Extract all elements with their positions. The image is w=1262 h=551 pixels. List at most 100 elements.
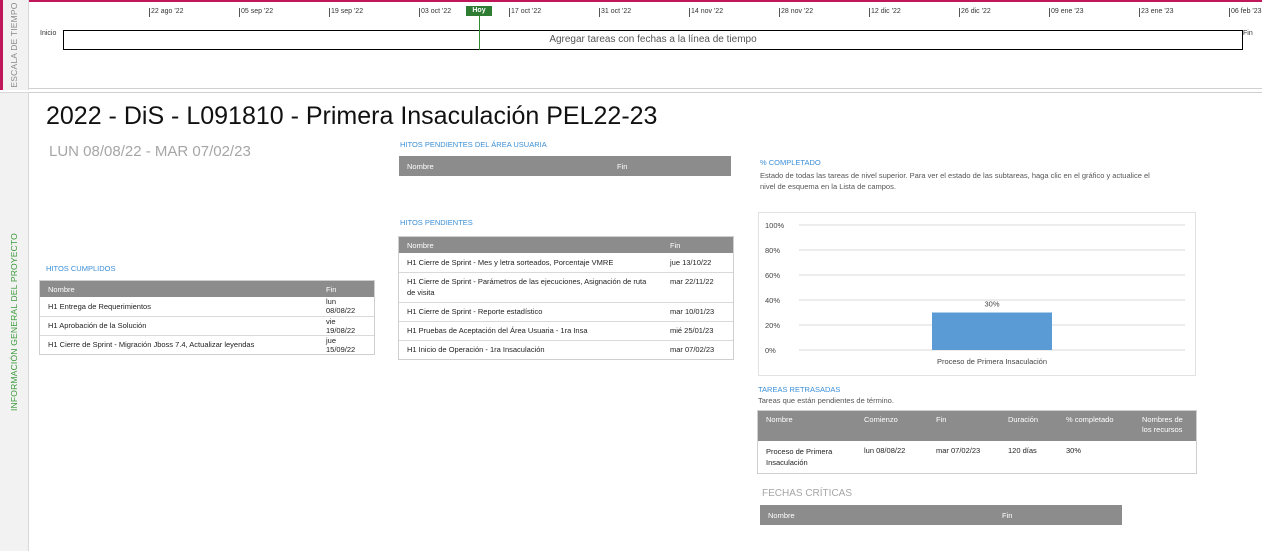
timeline-tick: 28 nov '22 <box>778 8 814 17</box>
table-cell: H1 Inicio de Operación - 1ra Insaculació… <box>407 345 545 355</box>
column-header[interactable]: Nombre <box>758 411 856 441</box>
table-cell: mar 07/02/23 <box>670 345 715 355</box>
table-cell: H1 Cierre de Sprint - Migración Jboss 7.… <box>48 340 255 350</box>
column-header[interactable]: Nombre <box>399 237 662 253</box>
tareas-retrasadas-description: Tareas que están pendientes de término. <box>758 396 894 405</box>
timeline-tick: 06 feb '23 <box>1229 8 1262 17</box>
table-row[interactable]: H1 Inicio de Operación - 1ra Insaculació… <box>399 340 733 359</box>
column-header[interactable]: Nombre <box>40 281 318 297</box>
table-row[interactable]: H1 Cierre de Sprint - Parámetros de las … <box>399 272 733 303</box>
tareas-retrasadas-table[interactable]: Nombre Comienzo Fin Duración % completad… <box>757 410 1197 474</box>
table-cell: H1 Entrega de Requerimientos <box>40 297 318 317</box>
chart-y-tick-label: 60% <box>765 271 780 280</box>
column-header[interactable]: Fin <box>609 156 731 176</box>
completado-chart[interactable]: 0% 20% 40% 60% 80% 100% 30% Proceso de Primera … <box>758 212 1196 376</box>
table-cell: vie 19/08/22 <box>318 316 374 336</box>
column-header[interactable]: Comienzo <box>856 411 928 441</box>
column-header[interactable]: Nombre <box>399 156 609 176</box>
column-header[interactable]: % completado <box>1058 411 1134 441</box>
hitos-area-usuaria-title: HITOS PENDIENTES DEL ÁREA USUARIA <box>400 140 547 149</box>
completado-description: Estado de todas las tareas de nivel supe… <box>760 171 1150 191</box>
table-cell: mar 10/01/23 <box>662 302 733 322</box>
column-header[interactable]: Nombres de los recursos <box>1134 411 1196 441</box>
table-header-row: Nombre Fin <box>399 156 731 176</box>
column-header[interactable]: Fin <box>318 281 374 297</box>
table-cell: H1 Cierre de Sprint - Mes y letra sortea… <box>399 253 662 273</box>
timeline-divider <box>29 88 1262 93</box>
table-row[interactable]: H1 Cierre de Sprint - Reporte estadístic… <box>399 302 733 322</box>
timeline-tick: 03 oct '22 <box>418 8 452 17</box>
hitos-pendientes-title: HITOS PENDIENTES <box>400 218 473 227</box>
timeline-tick: 26 dic '22 <box>959 8 991 17</box>
table-cell: mar 07/02/23 <box>936 446 981 455</box>
project-dates: LUN 08/08/22 - MAR 07/02/23 <box>49 143 251 160</box>
chart-y-tick-label: 20% <box>765 321 780 330</box>
fechas-criticas-title: FECHAS CRÍTICAS <box>762 488 853 499</box>
table-cell: 120 días <box>1008 446 1037 455</box>
table-row[interactable]: H1 Cierre de Sprint - Migración Jboss 7.… <box>40 335 374 354</box>
table-cell: 30% <box>1066 446 1082 455</box>
timeline-end-label: Fin <box>1243 30 1253 37</box>
timeline-tick: 12 dic '22 <box>869 8 901 17</box>
table-cell: H1 Aprobación de la Solución <box>40 316 318 336</box>
overview-side-label: INFORMACIÓN GENERAL DEL PROYECTO <box>0 92 29 551</box>
table-cell: H1 Cierre de Sprint - Parámetros de las … <box>399 272 662 303</box>
column-header[interactable]: Fin <box>662 237 733 253</box>
timeline-tick: 09 ene '23 <box>1048 8 1084 17</box>
timeline-start-label: Inicio <box>40 30 57 37</box>
table-cell: jue 15/09/22 <box>326 335 356 354</box>
timeline-tick: 19 sep '22 <box>328 8 364 17</box>
timeline-tick: 14 nov '22 <box>688 8 724 17</box>
project-title: 2022 - DiS - L091810 - Primera Insaculac… <box>46 102 658 130</box>
chart-svg: 0% 20% 40% 60% 80% 100% 30% Proceso de Primera … <box>765 221 1185 366</box>
table-cell: lun 08/08/22 <box>864 446 906 455</box>
chart-y-tick-label: 80% <box>765 246 780 255</box>
table-cell: mié 25/01/23 <box>662 321 733 341</box>
table-cell <box>1134 441 1196 473</box>
timeline-tick: 17 oct '22 <box>508 8 542 17</box>
table-cell: H1 Cierre de Sprint - Reporte estadístic… <box>399 302 662 322</box>
column-header[interactable]: Fin <box>994 505 1122 525</box>
hitos-pendientes-table[interactable]: Nombre Fin H1 Cierre de Sprint - Mes y l… <box>398 236 734 360</box>
table-header-row: Nombre Fin <box>760 505 1122 525</box>
chart-category-label: Proceso de Primera Insaculación <box>937 357 1047 366</box>
chart-bar <box>932 312 1052 350</box>
column-header[interactable]: Nombre <box>760 505 994 525</box>
timeline-accent-bar <box>0 0 3 90</box>
timeline-bar[interactable]: Agregar tareas con fechas a la línea de … <box>63 30 1243 50</box>
table-header-row: Nombre Comienzo Fin Duración % completad… <box>758 411 1196 441</box>
chart-y-tick-label: 40% <box>765 296 780 305</box>
hitos-cumplidos-title: HITOS CUMPLIDOS <box>46 264 116 273</box>
tareas-retrasadas-title: TAREAS RETRASADAS <box>758 385 841 394</box>
timeline-side-label-text: ESCALA DE TIEMPO <box>9 2 19 88</box>
chart-y-tick-label: 0% <box>765 346 776 355</box>
table-row[interactable]: Proceso de Primera Insaculación lun 08/0… <box>758 441 1196 473</box>
timeline-side-label: ESCALA DE TIEMPO <box>0 0 29 90</box>
table-cell: lun 08/08/22 <box>318 297 374 317</box>
table-row[interactable]: H1 Aprobación de la Solución vie 19/08/2… <box>40 316 374 336</box>
timeline-tick: 22 ago '22 <box>148 8 184 17</box>
table-row[interactable]: H1 Entrega de Requerimientos lun 08/08/2… <box>40 297 374 317</box>
column-header[interactable]: Duración <box>1000 411 1058 441</box>
hitos-cumplidos-table[interactable]: Nombre Fin H1 Entrega de Requerimientos … <box>39 280 375 355</box>
today-marker-flag: Hoy <box>466 6 492 16</box>
table-row[interactable]: H1 Cierre de Sprint - Mes y letra sortea… <box>399 253 733 273</box>
timeline-tick: 23 ene '23 <box>1138 8 1174 17</box>
hitos-area-usuaria-table[interactable]: Nombre Fin <box>399 156 731 176</box>
completado-title: % COMPLETADO <box>760 158 821 167</box>
timeline[interactable]: 22 ago '22 05 sep '22 19 sep '22 03 oct … <box>29 0 1262 92</box>
table-cell: jue 13/10/22 <box>662 253 733 273</box>
chart-data-label: 30% <box>984 300 999 309</box>
table-header-row: Nombre Fin <box>399 237 733 253</box>
timeline-tick: 05 sep '22 <box>238 8 274 17</box>
table-row[interactable]: H1 Pruebas de Aceptación del Área Usuari… <box>399 321 733 341</box>
table-cell: H1 Pruebas de Aceptación del Área Usuari… <box>399 321 662 341</box>
timeline-placeholder: Agregar tareas con fechas a la línea de … <box>549 34 757 45</box>
table-cell: mar 22/11/22 <box>662 272 733 303</box>
chart-y-tick-label: 100% <box>765 221 785 230</box>
table-header-row: Nombre Fin <box>40 281 374 297</box>
timeline-tick: 31 oct '22 <box>598 8 632 17</box>
fechas-criticas-table[interactable]: Nombre Fin <box>760 505 1122 525</box>
column-header[interactable]: Fin <box>928 411 1000 441</box>
table-cell: Proceso de Primera Insaculación <box>766 447 833 467</box>
